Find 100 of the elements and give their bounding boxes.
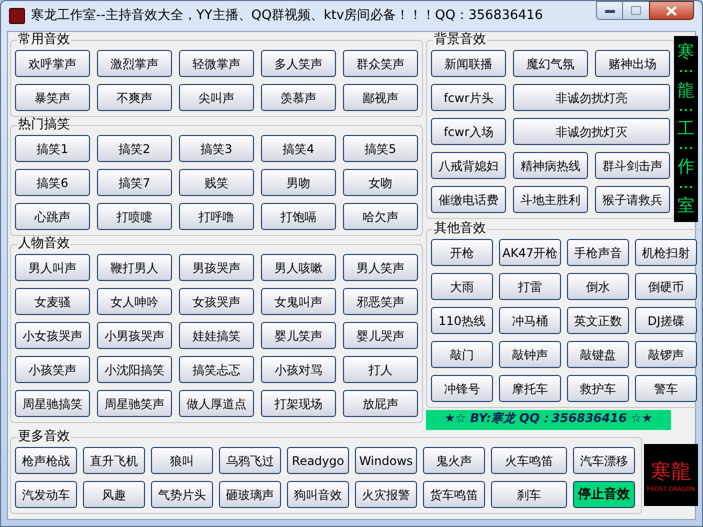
sound-button[interactable]: 催缴电话费 xyxy=(431,186,506,213)
sound-button[interactable]: 110热线 xyxy=(431,307,493,334)
sound-button[interactable]: 大雨 xyxy=(431,273,493,300)
sound-button[interactable]: 打人 xyxy=(343,356,418,383)
sound-button[interactable]: 女麦骚 xyxy=(15,288,90,315)
sound-button[interactable]: 打饱嗝 xyxy=(261,203,336,230)
sound-button[interactable]: 鄙视声 xyxy=(343,84,418,111)
sound-button[interactable]: fcwr入场 xyxy=(431,118,506,145)
sound-button[interactable]: 做人厚道点 xyxy=(179,390,254,417)
close-button[interactable] xyxy=(649,1,694,20)
sound-button[interactable]: 多人笑声 xyxy=(261,50,336,77)
sound-button[interactable]: 手枪声音 xyxy=(567,239,629,266)
sound-button[interactable]: 汽车漂移 xyxy=(573,447,635,474)
sound-button[interactable]: 激烈掌声 xyxy=(97,50,172,77)
sound-button[interactable]: 轻微掌声 xyxy=(179,50,254,77)
sound-button[interactable]: 非诚勿扰灯灭 xyxy=(513,118,670,145)
sound-button[interactable]: 暴笑声 xyxy=(15,84,90,111)
sound-button[interactable]: 搞笑7 xyxy=(97,169,172,196)
sound-button[interactable]: 鞭打男人 xyxy=(97,254,172,281)
sound-button[interactable]: 精神病热线 xyxy=(513,152,588,179)
sound-button[interactable]: 娃娃搞笑 xyxy=(179,322,254,349)
sound-button[interactable]: 哈欠声 xyxy=(343,203,418,230)
sound-button[interactable]: 邪恶笑声 xyxy=(343,288,418,315)
sound-button[interactable]: 男人咳嗽 xyxy=(261,254,336,281)
sound-button[interactable]: 八戒背媳妇 xyxy=(431,152,506,179)
sound-button[interactable]: 搞笑忐忑 xyxy=(179,356,254,383)
sound-button[interactable]: 狗叫音效 xyxy=(287,481,349,508)
sound-button[interactable]: 打呼噜 xyxy=(179,203,254,230)
sound-button[interactable]: 打架现场 xyxy=(261,390,336,417)
sound-button[interactable]: 猴子请救兵 xyxy=(595,186,670,213)
sound-button[interactable]: 乌鸦飞过 xyxy=(219,447,281,474)
sound-button[interactable]: 婴儿笑声 xyxy=(261,322,336,349)
sound-button[interactable]: 非诚勿扰灯亮 xyxy=(513,84,670,111)
sound-button[interactable]: Readygo xyxy=(287,447,349,474)
sound-button[interactable]: 救护车 xyxy=(567,375,629,402)
sound-button[interactable]: 尖叫声 xyxy=(179,84,254,111)
sound-button[interactable]: 敲锣声 xyxy=(635,341,697,368)
sound-button[interactable]: 贱笑 xyxy=(179,169,254,196)
sound-button[interactable]: 男人笑声 xyxy=(343,254,418,281)
sound-button[interactable]: 小女孩哭声 xyxy=(15,322,90,349)
sound-button[interactable]: 摩托车 xyxy=(499,375,561,402)
sound-button[interactable]: 羡慕声 xyxy=(261,84,336,111)
sound-button[interactable]: 气势片头 xyxy=(151,481,213,508)
sound-button[interactable]: 小男孩哭声 xyxy=(97,322,172,349)
sound-button[interactable]: 赌神出场 xyxy=(595,50,670,77)
sound-button[interactable]: 敲键盘 xyxy=(567,341,629,368)
sound-button[interactable]: 敲门 xyxy=(431,341,493,368)
sound-button[interactable]: 火车鸣笛 xyxy=(491,447,567,474)
sound-button[interactable]: 敲钟声 xyxy=(499,341,561,368)
sound-button[interactable]: 周星驰笑声 xyxy=(97,390,172,417)
sound-button[interactable]: 枪声枪战 xyxy=(15,447,77,474)
sound-button[interactable]: 搞笑5 xyxy=(343,135,418,162)
sound-button[interactable]: 倒水 xyxy=(567,273,629,300)
sound-button[interactable]: AK47开枪 xyxy=(499,239,561,266)
sound-button[interactable]: 新闻联播 xyxy=(431,50,506,77)
sound-button[interactable]: fcwr片头 xyxy=(431,84,506,111)
sound-button[interactable]: 狼叫 xyxy=(151,447,213,474)
sound-button[interactable]: 风趣 xyxy=(83,481,145,508)
sound-button[interactable]: 魔幻气氛 xyxy=(513,50,588,77)
sound-button[interactable]: 男人叫声 xyxy=(15,254,90,281)
sound-button[interactable]: 女孩哭声 xyxy=(179,288,254,315)
sound-button[interactable]: 男吻 xyxy=(261,169,336,196)
sound-button[interactable]: 鬼火声 xyxy=(423,447,485,474)
sound-button[interactable]: 直升飞机 xyxy=(83,447,145,474)
sound-button[interactable]: 婴儿哭声 xyxy=(343,322,418,349)
sound-button[interactable]: 周星驰搞笑 xyxy=(15,390,90,417)
sound-button[interactable]: Windows xyxy=(355,447,417,474)
sound-button[interactable]: 砸玻璃声 xyxy=(219,481,281,508)
sound-button[interactable]: 群斗剑击声 xyxy=(595,152,670,179)
sound-button[interactable]: 女鬼叫声 xyxy=(261,288,336,315)
sound-button[interactable]: 搞笑2 xyxy=(97,135,172,162)
sound-button[interactable]: 群众笑声 xyxy=(343,50,418,77)
sound-button[interactable]: 打雷 xyxy=(499,273,561,300)
sound-button[interactable]: 不爽声 xyxy=(97,84,172,111)
sound-button[interactable]: 英文正数 xyxy=(567,307,629,334)
sound-button[interactable]: 冲锋号 xyxy=(431,375,493,402)
sound-button[interactable]: 冲马桶 xyxy=(499,307,561,334)
sound-button[interactable]: DJ搓碟 xyxy=(635,307,697,334)
sound-button[interactable]: 搞笑6 xyxy=(15,169,90,196)
sound-button[interactable]: 心跳声 xyxy=(15,203,90,230)
sound-button[interactable]: 搞笑1 xyxy=(15,135,90,162)
sound-button[interactable]: 女人呻吟 xyxy=(97,288,172,315)
sound-button[interactable]: 小孩笑声 xyxy=(15,356,90,383)
sound-button[interactable]: 放屁声 xyxy=(343,390,418,417)
minimize-button[interactable] xyxy=(596,1,623,20)
sound-button[interactable]: 汽发动车 xyxy=(15,481,77,508)
sound-button[interactable]: 警车 xyxy=(635,375,697,402)
sound-button[interactable]: 开枪 xyxy=(431,239,493,266)
sound-button[interactable]: 打喷嚏 xyxy=(97,203,172,230)
maximize-button[interactable] xyxy=(623,1,649,20)
sound-button[interactable]: 小孩对骂 xyxy=(261,356,336,383)
sound-button[interactable]: 男孩哭声 xyxy=(179,254,254,281)
sound-button[interactable]: 刹车 xyxy=(491,481,567,508)
sound-button[interactable]: 搞笑4 xyxy=(261,135,336,162)
sound-button[interactable]: 女吻 xyxy=(343,169,418,196)
sound-button[interactable]: 火灾报警 xyxy=(355,481,417,508)
sound-button[interactable]: 斗地主胜利 xyxy=(513,186,588,213)
stop-button[interactable]: 停止音效 xyxy=(573,481,635,508)
sound-button[interactable]: 搞笑3 xyxy=(179,135,254,162)
sound-button[interactable]: 小沈阳搞笑 xyxy=(97,356,172,383)
